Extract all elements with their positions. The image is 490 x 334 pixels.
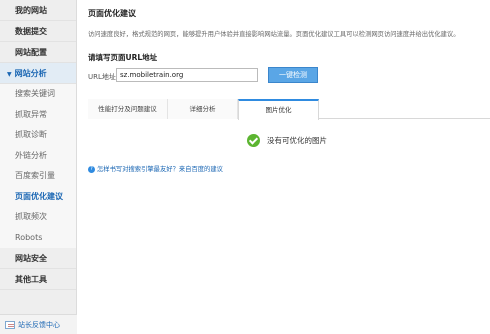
url-field-label: URL地址 xyxy=(88,73,116,81)
tab-detailed-analysis[interactable]: 详细分析 xyxy=(168,99,238,119)
feedback-icon xyxy=(5,321,15,329)
url-input[interactable] xyxy=(116,68,258,82)
tab-performance-score[interactable]: 性能打分及问题建议 xyxy=(88,99,168,119)
check-circle-icon xyxy=(247,134,260,147)
sidebar-item-robots[interactable]: Robots xyxy=(0,228,76,249)
sidebar-item-index-volume[interactable]: 百度索引量 xyxy=(0,166,76,187)
sidebar-item-crawl-errors[interactable]: 抓取异常 xyxy=(0,105,76,126)
result-text: 没有可优化的图片 xyxy=(267,136,327,145)
sidebar-item-crawl-diagnosis[interactable]: 抓取诊断 xyxy=(0,125,76,146)
question-icon: ? xyxy=(88,165,95,173)
page-title: 页面优化建议 xyxy=(88,9,136,18)
result-tabs: 性能打分及问题建议 详细分析 图片优化 xyxy=(88,99,490,120)
feedback-label: 站长反馈中心 xyxy=(18,321,60,329)
nav-site-analysis[interactable]: ▼ 网站分析 xyxy=(0,63,76,84)
help-link-text: 怎样书写对搜索引擎最友好？来自百度的建议 xyxy=(97,166,223,173)
feedback-center-link[interactable]: 站长反馈中心 xyxy=(0,314,77,334)
sidebar-item-crawl-frequency[interactable]: 抓取频次 xyxy=(0,207,76,228)
sidebar-item-page-optimization[interactable]: 页面优化建议 xyxy=(0,187,76,208)
page-description: 访问速度良好，格式规范的网页，能够提升用户体验并直接影响网站流量。页面优化建议工… xyxy=(88,31,460,38)
nav-my-sites[interactable]: 我的网站 xyxy=(0,0,76,21)
sidebar-item-backlinks[interactable]: 外链分析 xyxy=(0,146,76,167)
sidebar: 我的网站 数据提交 网站配置 ▼ 网站分析 搜索关键词 抓取异常 抓取诊断 外链分… xyxy=(0,0,77,334)
analysis-submenu: 搜索关键词 抓取异常 抓取诊断 外链分析 百度索引量 页面优化建议 抓取频次 R… xyxy=(0,84,76,248)
nav-site-config[interactable]: 网站配置 xyxy=(0,42,76,63)
url-section-label: 请填写页面URL地址 xyxy=(88,53,158,62)
nav-other-tools[interactable]: 其他工具 xyxy=(0,269,76,290)
nav-site-security[interactable]: 网站安全 xyxy=(0,248,76,269)
sidebar-item-keywords[interactable]: 搜索关键词 xyxy=(0,84,76,105)
nav-data-submit[interactable]: 数据提交 xyxy=(0,21,76,42)
tab-image-optimization[interactable]: 图片优化 xyxy=(238,99,319,120)
seo-help-link[interactable]: ? 怎样书写对搜索引擎最友好？来自百度的建议 xyxy=(88,164,223,173)
nav-site-analysis-label: 网站分析 xyxy=(14,69,47,78)
detect-button[interactable]: 一键检测 xyxy=(268,67,318,83)
main-content: 页面优化建议 访问速度良好，格式规范的网页，能够提升用户体验并直接影响网站流量。… xyxy=(78,0,490,334)
expand-arrow-icon: ▼ xyxy=(7,71,12,78)
